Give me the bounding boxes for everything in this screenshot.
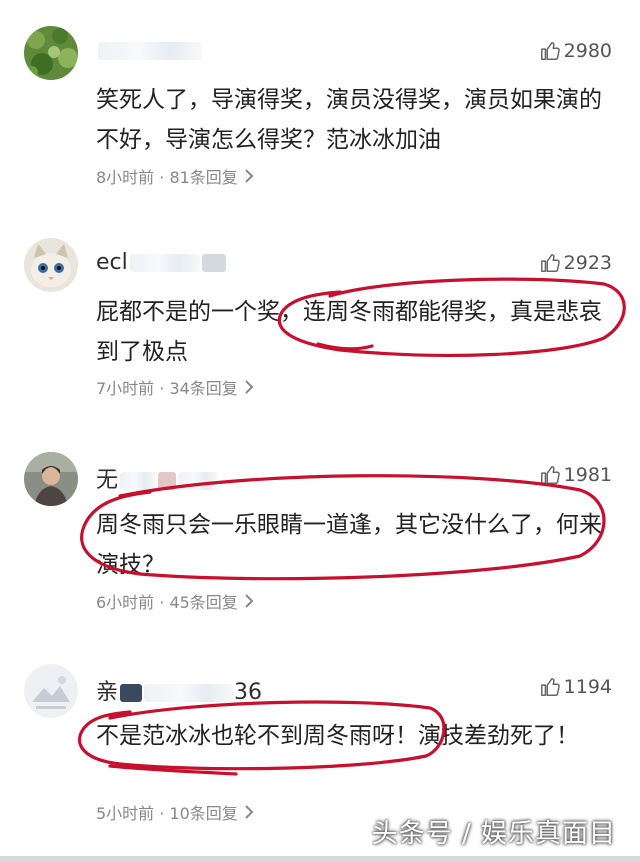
thumbs-up-icon — [540, 42, 560, 60]
thumbs-up-icon — [540, 254, 560, 272]
avatar[interactable] — [24, 664, 78, 718]
like-count[interactable]: 2923 — [539, 252, 612, 274]
avatar[interactable] — [24, 238, 78, 292]
chevron-right-icon — [245, 594, 254, 608]
avatar[interactable] — [24, 452, 78, 506]
username[interactable]: 无 — [96, 462, 219, 494]
like-count[interactable]: 1981 — [539, 464, 612, 486]
comment-text: 屁都不是的一个奖，连周冬雨都能得奖，真是悲哀到了极点 — [96, 299, 602, 365]
reply-meta[interactable]: 7小时前 · 34条回复 — [96, 375, 254, 399]
watermark: 头条号 / 娱乐真面目 — [371, 819, 616, 849]
comment-text: 笑死人了，导演得奖，演员没得奖，演员如果演的不好，导演怎么得奖？范冰冰加油 — [96, 87, 602, 153]
thumbs-up-icon — [540, 466, 560, 484]
username[interactable]: 亲 36 — [96, 674, 262, 706]
comment-text: 不是范冰冰也轮不到周冬雨呀！演技差劲死了！ — [96, 723, 579, 749]
thumbs-up-icon — [540, 678, 560, 696]
like-count[interactable]: 2980 — [539, 40, 612, 62]
marker-underline-4 — [108, 764, 238, 776]
username[interactable] — [96, 38, 202, 63]
avatar[interactable] — [24, 26, 78, 80]
bottom-bar — [0, 856, 640, 862]
reply-meta[interactable]: 6小时前 · 45条回复 — [96, 589, 254, 613]
reply-meta[interactable]: 5小时前 · 10条回复 — [96, 800, 254, 824]
chevron-right-icon — [245, 169, 254, 183]
reply-meta[interactable]: 8小时前 · 81条回复 — [96, 164, 254, 188]
like-count[interactable]: 1194 — [539, 676, 612, 698]
username[interactable]: ecl — [96, 250, 226, 275]
chevron-right-icon — [245, 805, 254, 819]
comment-text: 周冬雨只会一乐眼睛一道逢，其它没什么了，何来演技？ — [96, 512, 602, 578]
chevron-right-icon — [245, 380, 254, 394]
